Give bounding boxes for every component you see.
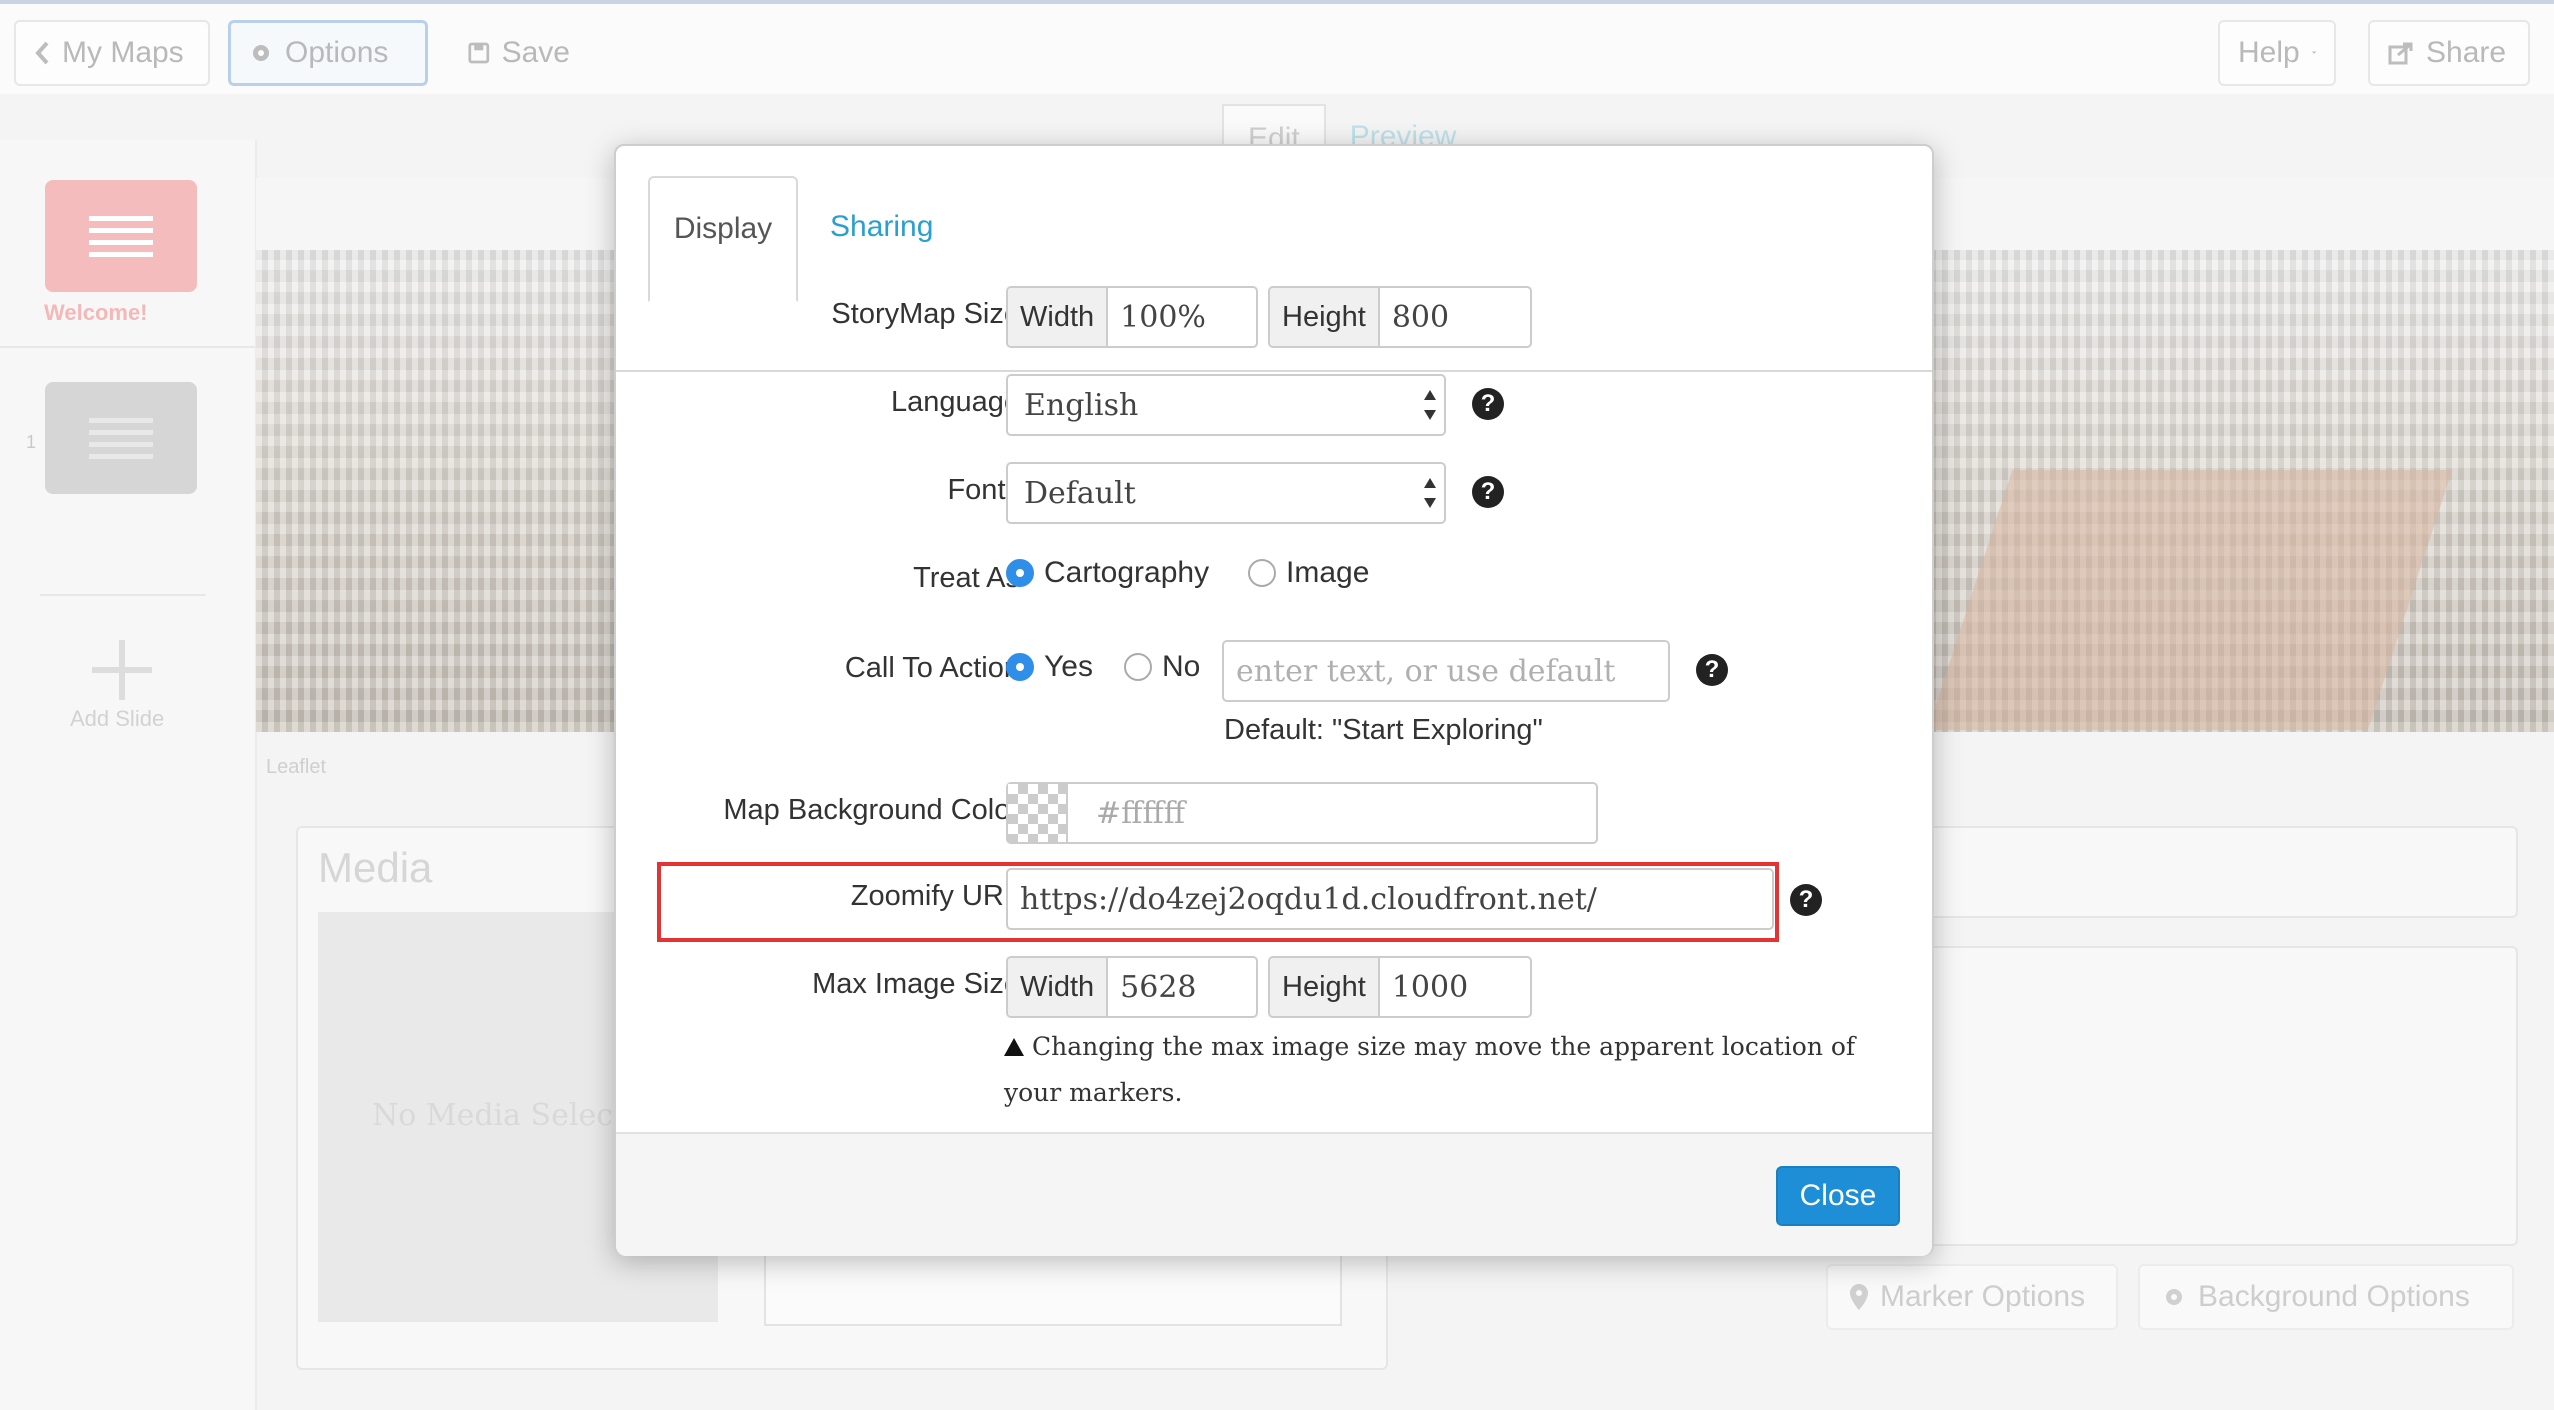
divider (0, 346, 255, 348)
max-width-field[interactable]: Width 5628 (1006, 956, 1258, 1018)
tab-sharing[interactable]: Sharing (830, 176, 990, 302)
zoomify-url-highlight-box (657, 862, 1779, 942)
slide-1-thumbnail[interactable] (45, 382, 197, 494)
map-plaza-area (1927, 470, 2453, 730)
no-label: No (1162, 650, 1201, 683)
floppy-disk-icon (468, 42, 490, 64)
gear-icon (2166, 1289, 2182, 1305)
modal-footer: Close (616, 1132, 1932, 1256)
slide-number: 1 (26, 432, 37, 452)
share-label: Share (2426, 36, 2507, 69)
help-button[interactable]: Help (2218, 20, 2336, 86)
map-background-color-label: Map Background Color (723, 794, 1020, 826)
radio-selected-icon (1006, 653, 1034, 681)
radio-selected-icon (1006, 559, 1034, 587)
warning-text: Changing the max image size may move the… (1004, 1032, 1856, 1107)
treat-as-image-radio[interactable]: Image (1248, 556, 1369, 590)
color-swatch[interactable] (1008, 784, 1068, 842)
fonts-value: Default (1024, 475, 1136, 511)
leaflet-attribution[interactable]: Leaflet (266, 756, 326, 779)
help-label: Help (2238, 36, 2300, 69)
gear-icon (253, 45, 269, 61)
treat-as-label: Treat As (913, 562, 1020, 594)
storymap-size-label: StoryMap Size (831, 298, 1020, 330)
plus-icon[interactable] (92, 640, 152, 700)
slide-sidebar: Welcome! 1 Add Slide (0, 140, 257, 1410)
call-to-action-label: Call To Action (844, 652, 1020, 684)
fonts-select[interactable]: Default (1006, 462, 1446, 524)
background-options-label: Background Options (2198, 1280, 2470, 1313)
question-circle-icon[interactable]: ? (1696, 654, 1728, 686)
storymap-width-value[interactable]: 100% (1108, 288, 1218, 346)
max-height-value[interactable]: 1000 (1380, 958, 1480, 1016)
marker-options-button[interactable]: Marker Options (1826, 1264, 2118, 1330)
image-label: Image (1286, 556, 1370, 589)
welcome-slide-thumbnail[interactable] (45, 180, 197, 292)
document-lines-icon (89, 411, 153, 466)
cartography-label: Cartography (1044, 556, 1210, 589)
select-arrows-icon (1424, 390, 1436, 422)
language-select[interactable]: English (1006, 374, 1446, 436)
width-addon: Width (1008, 288, 1109, 346)
storymap-height-value[interactable]: 800 (1380, 288, 1461, 346)
share-button[interactable]: Share (2368, 20, 2530, 86)
chevron-left-icon (35, 41, 49, 65)
call-to-action-no-radio[interactable]: No (1124, 650, 1200, 684)
add-slide-label[interactable]: Add Slide (70, 706, 164, 732)
toolbar: My Maps Options Save Help Share (0, 4, 2554, 94)
call-to-action-yes-radio[interactable]: Yes (1006, 650, 1093, 684)
share-icon (2388, 42, 2413, 65)
language-label: Language (890, 386, 1020, 418)
caret-down-icon (2311, 51, 2316, 54)
tabs-divider (616, 370, 1932, 372)
background-color-input[interactable]: #ffffff (1006, 782, 1598, 844)
width-addon: Width (1008, 958, 1109, 1016)
storymap-height-field[interactable]: Height 800 (1268, 286, 1532, 348)
close-button[interactable]: Close (1776, 1166, 1900, 1226)
my-maps-button[interactable]: My Maps (14, 20, 210, 86)
max-image-size-label: Max Image Size (812, 968, 1020, 1000)
slide-text-area[interactable] (764, 1250, 1342, 1326)
call-to-action-placeholder: enter text, or use default (1236, 653, 1616, 689)
select-arrows-icon (1424, 478, 1436, 510)
storymap-width-field[interactable]: Width 100% (1006, 286, 1258, 348)
call-to-action-text-input[interactable]: enter text, or use default (1222, 640, 1670, 702)
question-circle-icon[interactable]: ? (1472, 476, 1504, 508)
welcome-slide-label: Welcome! (44, 300, 148, 325)
my-maps-label: My Maps (62, 36, 184, 69)
map-marker-icon (1850, 1284, 1868, 1310)
divider (40, 594, 206, 596)
question-circle-icon[interactable]: ? (1790, 884, 1822, 916)
yes-label: Yes (1044, 650, 1093, 683)
save-label: Save (501, 36, 570, 69)
background-options-button[interactable]: Background Options (2138, 1264, 2514, 1330)
marker-options-label: Marker Options (1880, 1280, 2086, 1313)
radio-empty-icon (1248, 559, 1276, 587)
treat-as-cartography-radio[interactable]: Cartography (1006, 556, 1209, 590)
background-color-value: #ffffff (1096, 795, 1186, 831)
max-width-value[interactable]: 5628 (1108, 958, 1208, 1016)
document-lines-icon (89, 209, 153, 264)
save-button[interactable]: Save (448, 20, 590, 86)
call-to-action-default-hint: Default: "Start Exploring" (1224, 714, 1543, 746)
max-height-field[interactable]: Height 1000 (1268, 956, 1532, 1018)
warning-triangle-icon (1004, 1038, 1024, 1056)
radio-empty-icon (1124, 653, 1152, 681)
tab-display[interactable]: Display (648, 176, 798, 302)
question-circle-icon[interactable]: ? (1472, 388, 1504, 420)
options-label: Options (285, 36, 389, 69)
fonts-label: Fonts (947, 474, 1020, 506)
height-addon: Height (1270, 958, 1380, 1016)
language-value: English (1024, 387, 1139, 423)
options-button[interactable]: Options (228, 20, 428, 86)
max-image-size-warning: Changing the max image size may move the… (1004, 1024, 1874, 1116)
height-addon: Height (1270, 288, 1380, 346)
media-title: Media (318, 844, 433, 891)
